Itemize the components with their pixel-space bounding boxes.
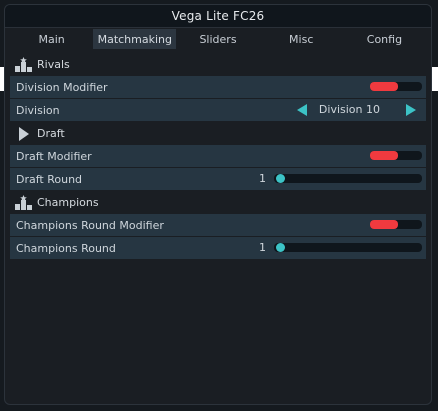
play-icon <box>15 126 33 142</box>
section-title-champions: Champions <box>37 196 99 209</box>
podium-icon <box>15 194 33 211</box>
section-header-champions: Champions <box>10 191 426 214</box>
division-next-arrow-icon[interactable] <box>406 104 416 116</box>
champions-round-modifier-label: Champions Round Modifier <box>16 218 164 232</box>
row-draft-modifier: Draft Modifier <box>10 145 426 167</box>
window-title: Vega Lite FC26 <box>171 9 265 23</box>
division-modifier-toggle[interactable] <box>370 82 422 91</box>
division-label: Division <box>16 103 60 117</box>
row-draft-round: Draft Round 1 <box>10 168 426 190</box>
tab-content: Rivals Division Modifier Division Divisi… <box>10 53 426 260</box>
champions-round-value: 1 <box>259 241 266 254</box>
row-champions-round-modifier: Champions Round Modifier <box>10 214 426 236</box>
toggle-fill <box>370 82 398 91</box>
podium-icon <box>15 56 33 73</box>
draft-round-value: 1 <box>259 172 266 185</box>
row-champions-round: Champions Round 1 <box>10 237 426 259</box>
division-modifier-label: Division Modifier <box>16 80 108 94</box>
champions-round-modifier-toggle[interactable] <box>370 220 422 229</box>
section-header-rivals: Rivals <box>10 53 426 76</box>
toggle-fill <box>370 220 398 229</box>
tab-matchmaking[interactable]: Matchmaking <box>93 29 177 49</box>
slider-knob[interactable] <box>276 174 285 183</box>
row-division-modifier: Division Modifier <box>10 76 426 98</box>
slider-knob[interactable] <box>276 243 285 252</box>
row-division: Division Division 10 <box>10 99 426 121</box>
section-title-draft: Draft <box>37 127 65 140</box>
tab-main[interactable]: Main <box>10 29 93 49</box>
draft-modifier-label: Draft Modifier <box>16 149 92 163</box>
division-prev-arrow-icon[interactable] <box>297 104 307 116</box>
section-header-draft: Draft <box>10 122 426 145</box>
division-value: Division 10 <box>318 103 380 116</box>
champions-round-slider[interactable] <box>274 243 422 252</box>
tab-bar: Main Matchmaking Sliders Misc Config <box>10 29 426 49</box>
tab-sliders[interactable]: Sliders <box>176 29 259 49</box>
champions-round-label: Champions Round <box>16 241 116 255</box>
draft-round-slider[interactable] <box>274 174 422 183</box>
tab-config[interactable]: Config <box>343 29 426 49</box>
app-window: Vega Lite FC26 Main Matchmaking Sliders … <box>4 4 432 405</box>
window-titlebar[interactable]: Vega Lite FC26 <box>5 5 431 28</box>
toggle-fill <box>370 151 398 160</box>
draft-modifier-toggle[interactable] <box>370 151 422 160</box>
section-title-rivals: Rivals <box>37 58 70 71</box>
draft-round-label: Draft Round <box>16 172 83 186</box>
tab-misc[interactable]: Misc <box>260 29 343 49</box>
